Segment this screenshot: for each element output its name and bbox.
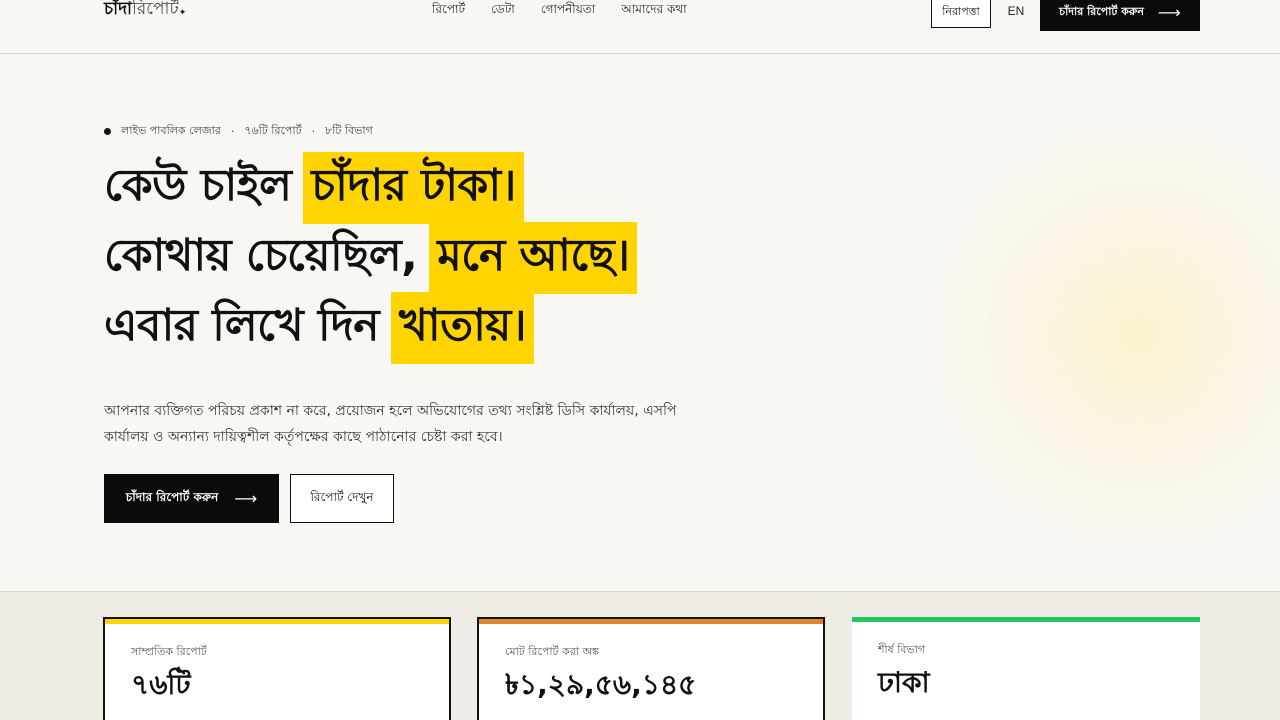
site-header: চাঁদারিপোর্ট✦ রিপোর্ট ডেটা গোপনীয়তা আমা… — [0, 0, 1280, 54]
main-nav: রিপোর্ট ডেটা গোপনীয়তা আমাদের কথা — [432, 0, 687, 22]
eyebrow-ledger: লাইভ পাবলিক লেজার — [121, 123, 221, 137]
report-extortion-button[interactable]: চাঁদার রিপোর্ট করুন ⟶ — [104, 474, 279, 523]
stat-label: মোট রিপোর্ট করা অঙ্ক — [505, 645, 599, 658]
report-extortion-label: চাঁদার রিপোর্ট করুন — [125, 489, 219, 504]
hero-section: লাইভ পাবলিক লেজার · ৭৬টি রিপোর্ট · ৮টি ব… — [0, 55, 1280, 591]
arrow-right-icon: ⟶ — [1157, 3, 1181, 22]
header-report-button[interactable]: চাঁদার রিপোর্ট করুন ⟶ — [1040, 0, 1200, 31]
headline-line-2: কোথায় চেয়েছিল, মনে আছে। — [104, 222, 724, 294]
stat-card-accent — [479, 619, 823, 624]
hero-headline: কেউ চাইল চাঁদার টাকা। কোথায় চেয়েছিল, ম… — [104, 152, 724, 364]
headline-line-3: এবার লিখে দিন খাতায়। — [104, 292, 724, 364]
eyebrow-report-count: ৭৬টি রিপোর্ট — [244, 123, 302, 137]
stat-card-accent — [852, 617, 1200, 622]
hero-eyebrow: লাইভ পাবলিক লেজার · ৭৬টি রিপোর্ট · ৮টি ব… — [104, 123, 373, 139]
nav-link-data[interactable]: ডেটা — [491, 1, 515, 21]
headline-line-2-plain: কোথায় চেয়েছিল, — [104, 229, 418, 281]
sparkle-icon: ✦ — [178, 8, 187, 18]
nav-link-privacy[interactable]: গোপনীয়তা — [541, 1, 596, 21]
safety-button[interactable]: নিরাপত্তা — [931, 0, 991, 28]
logo[interactable]: চাঁদারিপোর্ট✦ — [104, 0, 186, 24]
headline-line-1-plain: কেউ চাইল — [104, 159, 292, 211]
view-reports-button[interactable]: রিপোর্ট দেখুন — [290, 474, 394, 523]
eyebrow-division-count: ৮টি বিভাগ — [325, 123, 373, 137]
header-report-label: চাঁদার রিপোর্ট করুন — [1059, 5, 1144, 18]
logo-bold-text: চাঁদা — [104, 0, 132, 19]
live-dot-icon — [104, 127, 111, 135]
stats-section: সাম্প্রতিক রিপোর্ট ৭৬টি মোট রিপোর্ট করা … — [0, 591, 1280, 720]
language-toggle[interactable]: EN — [1004, 0, 1028, 22]
stat-card-recent-reports: সাম্প্রতিক রিপোর্ট ৭৬টি — [103, 617, 451, 720]
nav-link-reports[interactable]: রিপোর্ট — [432, 1, 465, 21]
stat-value: ৭৬টি — [131, 668, 191, 701]
eyebrow-separator: · — [230, 124, 235, 138]
headline-line-1-highlight: চাঁদার টাকা। — [303, 152, 524, 224]
headline-line-2-highlight: মনে আছে। — [429, 222, 638, 294]
stat-card-total-amount: মোট রিপোর্ট করা অঙ্ক ৳১,২৯,৫৬,১৪৫ — [477, 617, 825, 720]
stat-card-accent — [105, 619, 449, 624]
hero-subtext: আপনার ব্যক্তিগত পরিচয় প্রকাশ না করে, প্… — [104, 403, 677, 445]
stat-value: ৳১,২৯,৫৬,১৪৫ — [505, 668, 697, 701]
stat-label: সাম্প্রতিক রিপোর্ট — [131, 645, 207, 658]
headline-line-1: কেউ চাইল চাঁদার টাকা। — [104, 152, 724, 224]
stat-card-top-division: শীর্ষ বিভাগ ঢাকা — [852, 617, 1200, 720]
headline-line-3-plain: এবার লিখে দিন — [104, 299, 379, 351]
stat-value: ঢাকা — [878, 666, 930, 699]
nav-link-about[interactable]: আমাদের কথা — [621, 1, 686, 21]
arrow-right-icon: ⟶ — [234, 489, 258, 508]
headline-line-3-highlight: খাতায়। — [390, 292, 535, 364]
eyebrow-separator: · — [311, 124, 316, 138]
stat-label: শীর্ষ বিভাগ — [878, 643, 926, 656]
decorative-glow — [900, 95, 1280, 575]
logo-light-text: রিপোর্ট — [131, 0, 179, 19]
